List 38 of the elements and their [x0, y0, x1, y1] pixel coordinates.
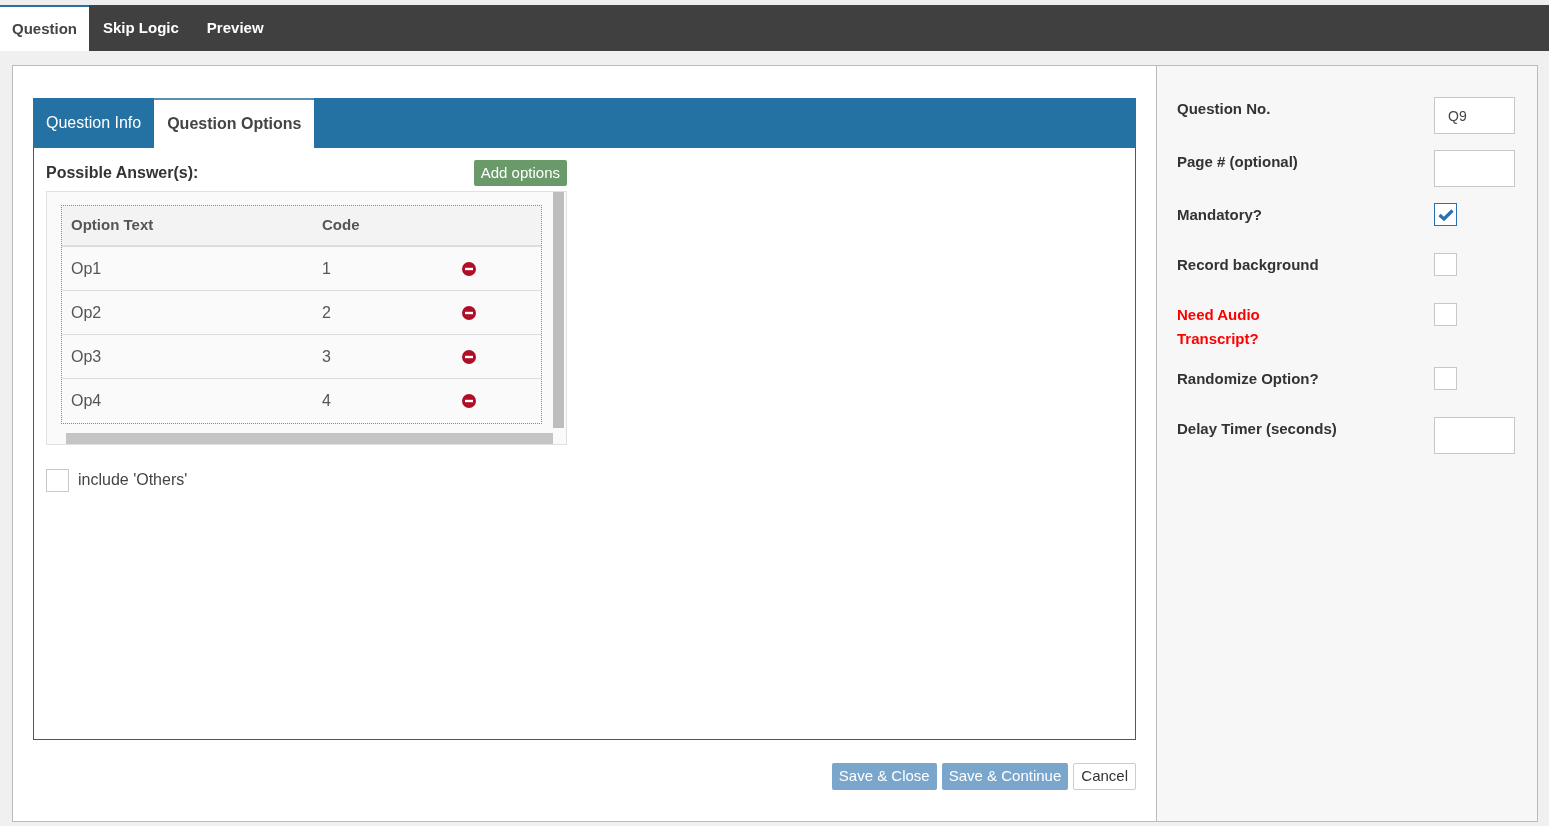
- setting-label: Page # (optional): [1177, 152, 1299, 172]
- top-tab[interactable]: Question: [0, 5, 89, 51]
- top-tab[interactable]: Preview: [192, 5, 278, 51]
- remove-icon[interactable]: [462, 349, 476, 364]
- input-field[interactable]: [1434, 150, 1515, 187]
- checkmark-icon: [1437, 208, 1454, 221]
- table-cell-text: 3: [322, 346, 332, 367]
- top-tab[interactable]: Skip Logic: [89, 5, 193, 51]
- section-title: Possible Answer(s):: [46, 163, 199, 183]
- column-header: Option Text: [70, 215, 155, 236]
- table-cell-text: Op4: [70, 391, 103, 411]
- table-cell-text: 4: [322, 391, 332, 411]
- table-cell-text: Op2: [70, 302, 103, 323]
- setting-label: Mandatory?: [1177, 205, 1263, 225]
- checkbox[interactable]: [1434, 253, 1457, 276]
- checkbox[interactable]: [1434, 303, 1457, 326]
- cancel-button[interactable]: Cancel: [1073, 763, 1136, 790]
- table-cell-text: Op3: [70, 346, 103, 367]
- checkbox-label: include 'Others': [78, 470, 188, 490]
- setting-label: Delay Timer (seconds): [1177, 419, 1338, 439]
- sub-tab[interactable]: Question Info: [33, 98, 155, 148]
- table-cell-text: Op1: [70, 258, 103, 279]
- table-cell-text: 2: [322, 302, 332, 323]
- remove-icon[interactable]: [462, 305, 476, 320]
- table-cell-text: 1: [322, 258, 332, 279]
- remove-icon[interactable]: [462, 261, 476, 276]
- setting-label: Need Audio Transcript?: [1177, 305, 1261, 349]
- checkbox[interactable]: [1434, 203, 1457, 226]
- setting-label: Randomize Option?: [1177, 369, 1320, 389]
- checkbox[interactable]: [1434, 367, 1457, 390]
- column-header: Code: [322, 215, 360, 236]
- input-field[interactable]: Q9: [1434, 97, 1515, 134]
- setting-label: Question No.: [1177, 99, 1272, 119]
- input-field[interactable]: [1434, 417, 1515, 454]
- sub-tab[interactable]: Question Options: [154, 98, 315, 148]
- remove-icon[interactable]: [462, 394, 476, 408]
- setting-label: Record background: [1177, 255, 1320, 275]
- checkbox[interactable]: [46, 468, 69, 492]
